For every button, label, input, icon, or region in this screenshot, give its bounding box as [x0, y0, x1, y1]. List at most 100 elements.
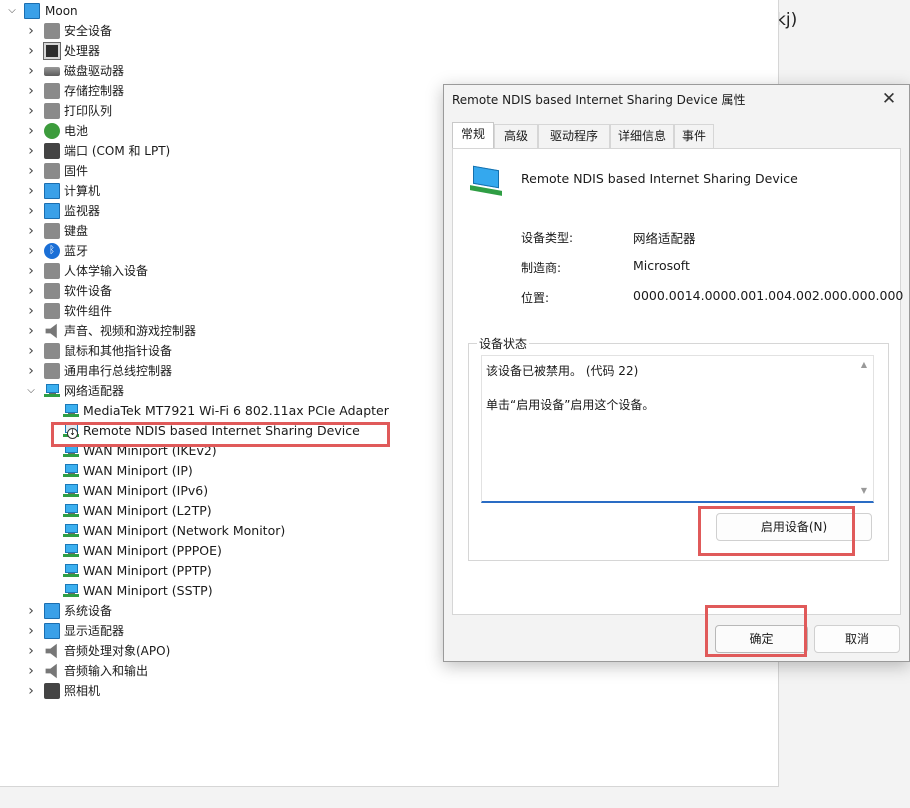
chevron-right-icon[interactable]: › — [25, 101, 37, 121]
network-adapter-icon — [63, 463, 79, 479]
tab-details[interactable]: 详细信息 — [610, 124, 674, 148]
status-line-1: 该设备已被禁用。 (代码 22) — [486, 364, 639, 378]
battery-icon — [44, 123, 60, 139]
tree-category-label: 音频输入和输出 — [64, 664, 149, 678]
tree-category[interactable]: › 安全设备 — [0, 21, 760, 41]
device-name: Remote NDIS based Internet Sharing Devic… — [521, 171, 798, 186]
ok-button[interactable]: 确定 — [715, 625, 808, 653]
tree-category-label: 键盘 — [64, 224, 89, 238]
tree-adapter-label: Remote NDIS based Internet Sharing Devic… — [83, 423, 360, 438]
computer-icon — [24, 3, 40, 19]
network-adapter-icon — [63, 523, 79, 539]
tree-category-label: 磁盘驱动器 — [64, 64, 125, 78]
chevron-right-icon[interactable]: › — [25, 321, 37, 341]
tab-events[interactable]: 事件 — [674, 124, 714, 148]
properties-dialog: Remote NDIS based Internet Sharing Devic… — [443, 84, 910, 662]
close-icon[interactable]: ✕ — [879, 89, 899, 109]
display-adapter-icon — [44, 623, 60, 639]
chevron-right-icon[interactable]: › — [25, 301, 37, 321]
chevron-down-icon[interactable]: ⌵ — [6, 1, 18, 21]
chevron-right-icon[interactable]: › — [25, 621, 37, 641]
chevron-right-icon[interactable]: › — [25, 161, 37, 181]
tree-adapter-label: MediaTek MT7921 Wi-Fi 6 802.11ax PCIe Ad… — [83, 403, 389, 418]
tree-category[interactable]: › 音频输入和输出 — [0, 661, 760, 681]
tree-adapter-label: WAN Miniport (PPTP) — [83, 563, 212, 578]
tree-category-label: 端口 (COM 和 LPT) — [64, 144, 171, 158]
device-type-label: 设备类型: — [521, 231, 574, 245]
tree-category-label: 网络适配器 — [64, 384, 125, 398]
enable-device-button[interactable]: 启用设备(N) — [716, 513, 872, 541]
tree-category-label: 电池 — [64, 124, 89, 138]
device-type-value: 网络适配器 — [633, 231, 696, 246]
tree-category-label: 软件组件 — [64, 304, 113, 318]
chevron-right-icon[interactable]: › — [25, 661, 37, 681]
network-adapter-icon — [63, 483, 79, 499]
tree-category-label: 计算机 — [64, 184, 101, 198]
tab-driver[interactable]: 驱动程序 — [538, 124, 610, 148]
tree-category-label: 鼠标和其他指针设备 — [64, 344, 173, 358]
bluetooth-icon: ᛒ — [44, 243, 60, 259]
system-device-icon — [44, 603, 60, 619]
printer-icon — [44, 103, 60, 119]
chevron-right-icon[interactable]: › — [25, 221, 37, 241]
network-adapter-icon — [63, 443, 79, 459]
chevron-right-icon[interactable]: › — [25, 21, 37, 41]
speaker-icon — [45, 663, 57, 679]
tree-adapter-label: WAN Miniport (SSTP) — [83, 583, 213, 598]
network-adapter-icon — [63, 403, 79, 419]
tree-category-label: 固件 — [64, 164, 89, 178]
status-line-2: 单击“启用设备”启用这个设备。 — [486, 398, 655, 412]
keyboard-icon — [44, 223, 60, 239]
chevron-right-icon[interactable]: › — [25, 261, 37, 281]
chevron-right-icon[interactable]: › — [25, 601, 37, 621]
storage-controller-icon — [44, 83, 60, 99]
tree-adapter-label: WAN Miniport (Network Monitor) — [83, 523, 286, 538]
camera-icon — [44, 683, 60, 699]
cancel-button[interactable]: 取消 — [814, 625, 900, 653]
scroll-up-icon[interactable]: ▲ — [859, 360, 869, 370]
tree-root-moon[interactable]: ⌵ Moon — [0, 1, 760, 21]
chevron-right-icon[interactable]: › — [25, 341, 37, 361]
tree-category-label: 人体学输入设备 — [64, 264, 149, 278]
port-icon — [44, 143, 60, 159]
status-scrollbar[interactable]: ▲ ▼ — [857, 358, 871, 498]
tree-adapter-label: WAN Miniport (L2TP) — [83, 503, 212, 518]
chevron-right-icon[interactable]: › — [25, 181, 37, 201]
network-adapter-icon — [44, 383, 60, 399]
tree-category[interactable]: › 照相机 — [0, 681, 760, 701]
chevron-right-icon[interactable]: › — [25, 141, 37, 161]
tab-advanced[interactable]: 高级 — [494, 124, 538, 148]
processor-chip-icon — [43, 42, 61, 60]
device-status-title: 设备状态 — [477, 335, 530, 352]
disk-drive-icon — [44, 67, 60, 76]
tree-adapter-label: WAN Miniport (IP) — [83, 463, 193, 478]
chevron-right-icon[interactable]: › — [25, 281, 37, 301]
tree-adapter-label: WAN Miniport (IKEv2) — [83, 443, 217, 458]
tree-adapter-label: WAN Miniport (IPv6) — [83, 483, 209, 498]
tree-category[interactable]: › 处理器 — [0, 41, 760, 61]
chevron-right-icon[interactable]: › — [25, 41, 37, 61]
device-status-textbox[interactable]: 该设备已被禁用。 (代码 22) 单击“启用设备”启用这个设备。 ▲ ▼ — [481, 355, 874, 503]
tree-category[interactable]: › 磁盘驱动器 — [0, 61, 760, 81]
network-adapter-icon — [63, 583, 79, 599]
chevron-right-icon[interactable]: › — [25, 81, 37, 101]
chevron-right-icon[interactable]: › — [25, 681, 37, 701]
chevron-right-icon[interactable]: › — [25, 121, 37, 141]
location-label: 位置: — [521, 291, 550, 305]
speaker-icon — [45, 643, 57, 659]
security-device-icon — [44, 23, 60, 39]
chevron-right-icon[interactable]: › — [25, 241, 37, 261]
chevron-right-icon[interactable]: › — [25, 641, 37, 661]
speaker-icon — [45, 323, 57, 339]
network-adapter-icon — [63, 503, 79, 519]
chevron-right-icon[interactable]: › — [25, 361, 37, 381]
chevron-right-icon[interactable]: › — [25, 201, 37, 221]
mouse-icon — [44, 343, 60, 359]
scroll-down-icon[interactable]: ▼ — [859, 486, 869, 496]
chevron-right-icon[interactable]: › — [25, 61, 37, 81]
tree-category-label: 存储控制器 — [64, 84, 125, 98]
tree-category-label: 系统设备 — [64, 604, 113, 618]
chevron-down-icon[interactable]: ⌵ — [25, 381, 37, 401]
tab-general[interactable]: 常规 — [452, 122, 494, 148]
monitor-icon — [44, 203, 60, 219]
